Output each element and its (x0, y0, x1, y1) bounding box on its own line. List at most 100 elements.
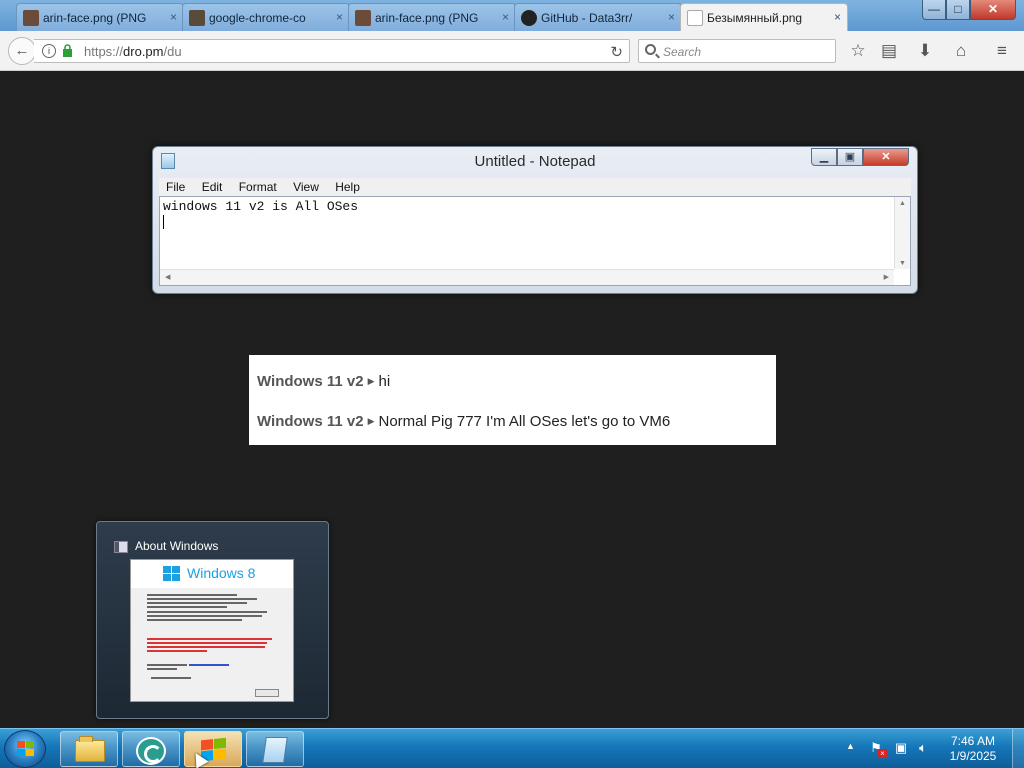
notepad-text-area[interactable]: windows 11 v2 is All OSes ▲ ▼ ◀ ▶ (159, 196, 911, 286)
tab-title: Безымянный.png (707, 11, 803, 25)
show-hidden-icons-chevron-icon[interactable]: ▲ (846, 741, 856, 751)
text-line (147, 611, 267, 613)
tab-close-icon[interactable]: × (502, 10, 509, 24)
notepad-icon (262, 737, 288, 763)
error-x-icon: × (878, 749, 887, 758)
text-line (147, 619, 242, 621)
tab-arin-face-2[interactable]: arin-face.png (PNG × (348, 3, 516, 31)
scroll-up-icon[interactable]: ▲ (899, 200, 906, 207)
chat-message: Windows 11 v2 ▶ Normal Pig 777 I'm All OSe… (257, 413, 670, 430)
notepad-close-button[interactable]: ✕ (863, 148, 909, 166)
windows-flag-icon (17, 741, 34, 756)
lock-icon (63, 44, 72, 57)
hamburger-menu-icon[interactable]: ≡ (991, 40, 1013, 62)
tab-close-icon[interactable]: × (170, 10, 177, 24)
tab-google-chrome[interactable]: google-chrome-co × (182, 3, 350, 31)
text-line (147, 668, 177, 670)
windows8-banner: Windows 8 (131, 560, 293, 588)
window-icon (114, 541, 128, 553)
horizontal-scrollbar[interactable]: ◀ ▶ (160, 269, 894, 285)
windows-taskbar: ▲ ⚑ × ▣ 🔈︎ 7:46 AM 1/9/2025 (0, 728, 1024, 768)
tab-title: arin-face.png (PNG (43, 11, 147, 25)
home-icon[interactable]: ⌂ (950, 40, 972, 62)
window-close-button[interactable]: ✕ (970, 0, 1016, 20)
window-minimize-button[interactable]: — (922, 0, 946, 20)
menu-edit[interactable]: Edit (195, 178, 229, 194)
thumbnail-title: About Windows (135, 539, 219, 553)
reload-icon[interactable]: ↻ (610, 43, 623, 61)
green-circle-app-icon (136, 737, 166, 765)
image-favicon-icon (189, 10, 205, 26)
window-maximize-button[interactable]: □ (946, 0, 970, 20)
chat-sender: Windows 11 v2 (257, 373, 364, 390)
back-button[interactable]: ← (8, 37, 36, 65)
menu-format[interactable]: Format (232, 178, 283, 194)
notepad-content: windows 11 v2 is All OSes (163, 199, 359, 214)
tab-title: arin-face.png (PNG (375, 11, 479, 25)
windows-logo-icon (163, 566, 181, 582)
tab-title: GitHub - Data3rr/ (541, 11, 633, 25)
taskbar-clock[interactable]: 7:46 AM 1/9/2025 (942, 734, 1004, 764)
scroll-right-icon[interactable]: ▶ (884, 273, 889, 281)
windows8-text: Windows 8 (187, 565, 256, 581)
page-favicon-icon (687, 10, 703, 26)
start-button[interactable] (4, 730, 46, 768)
action-center-flag-icon[interactable]: ⚑ × (868, 741, 887, 758)
image-favicon-icon (355, 10, 371, 26)
tab-close-icon[interactable]: × (834, 10, 841, 24)
github-favicon-icon (521, 10, 537, 26)
url-scheme: https:// (84, 44, 124, 59)
taskbar-thumbnail-about-windows[interactable]: About Windows Windows 8 (96, 521, 329, 719)
chat-sender: Windows 11 v2 (257, 413, 364, 430)
network-icon[interactable]: ▣ (893, 741, 909, 755)
download-icon[interactable]: ⬇ (914, 40, 936, 62)
address-bar[interactable]: i https://dro.pm/du ↻ (34, 39, 630, 63)
reader-list-icon[interactable]: ▤ (878, 40, 900, 62)
notepad-menubar: File Edit Format View Help (159, 178, 911, 196)
text-caret (163, 215, 164, 229)
info-icon[interactable]: i (42, 44, 56, 58)
search-placeholder: Search (663, 45, 702, 59)
vertical-scrollbar[interactable]: ▲ ▼ (894, 197, 910, 269)
taskbar-notepad-button[interactable] (246, 731, 304, 767)
tab-close-icon[interactable]: × (336, 10, 343, 24)
volume-icon[interactable]: 🔈︎ (915, 741, 931, 755)
url-path: /du (163, 44, 182, 59)
text-line (147, 646, 265, 648)
search-input[interactable]: Search (638, 39, 836, 63)
chat-box: Windows 11 v2 ▶ hi Windows 11 v2 ▶ Normal Pi… (249, 355, 776, 445)
taskbar-explorer-button[interactable] (60, 731, 118, 767)
notepad-minimize-button[interactable]: ▁ (811, 148, 837, 166)
text-line (147, 638, 272, 640)
text-line (151, 677, 191, 679)
menu-file[interactable]: File (159, 178, 191, 194)
menu-view[interactable]: View (286, 178, 325, 194)
browser-tabstrip: arin-face.png (PNG × google-chrome-co × … (0, 0, 1024, 32)
show-desktop-button[interactable] (1012, 729, 1024, 768)
clock-date: 1/9/2025 (949, 749, 997, 763)
text-link-line (189, 664, 229, 666)
notepad-window: Untitled - Notepad ▁ ▣ ✕ File Edit Forma… (152, 146, 918, 294)
taskbar-app-button[interactable] (122, 731, 180, 767)
scroll-down-icon[interactable]: ▼ (899, 260, 906, 267)
thumbnail-preview: Windows 8 (130, 559, 294, 702)
text-line (147, 615, 262, 617)
bookmark-star-icon[interactable]: ☆ (847, 40, 869, 62)
url-text: https://dro.pm/du (84, 44, 182, 59)
scroll-left-icon[interactable]: ◀ (165, 273, 170, 281)
chat-text: Normal Pig 777 I'm All OSes let's go to … (378, 413, 671, 430)
text-line (147, 606, 227, 608)
notepad-maximize-button[interactable]: ▣ (837, 148, 863, 166)
tab-close-icon[interactable]: × (668, 10, 675, 24)
tab-github[interactable]: GitHub - Data3rr/ × (514, 3, 682, 31)
tab-title: google-chrome-co (209, 11, 306, 25)
ok-button (255, 689, 279, 697)
text-line (147, 594, 237, 596)
menu-help[interactable]: Help (328, 178, 366, 194)
tab-arin-face-1[interactable]: arin-face.png (PNG × (16, 3, 184, 31)
text-line (147, 598, 257, 600)
tab-bezymyanny-active[interactable]: Безымянный.png × (680, 3, 848, 32)
text-line (147, 602, 247, 604)
arrow-right-icon: ▶ (367, 376, 375, 386)
image-favicon-icon (23, 10, 39, 26)
